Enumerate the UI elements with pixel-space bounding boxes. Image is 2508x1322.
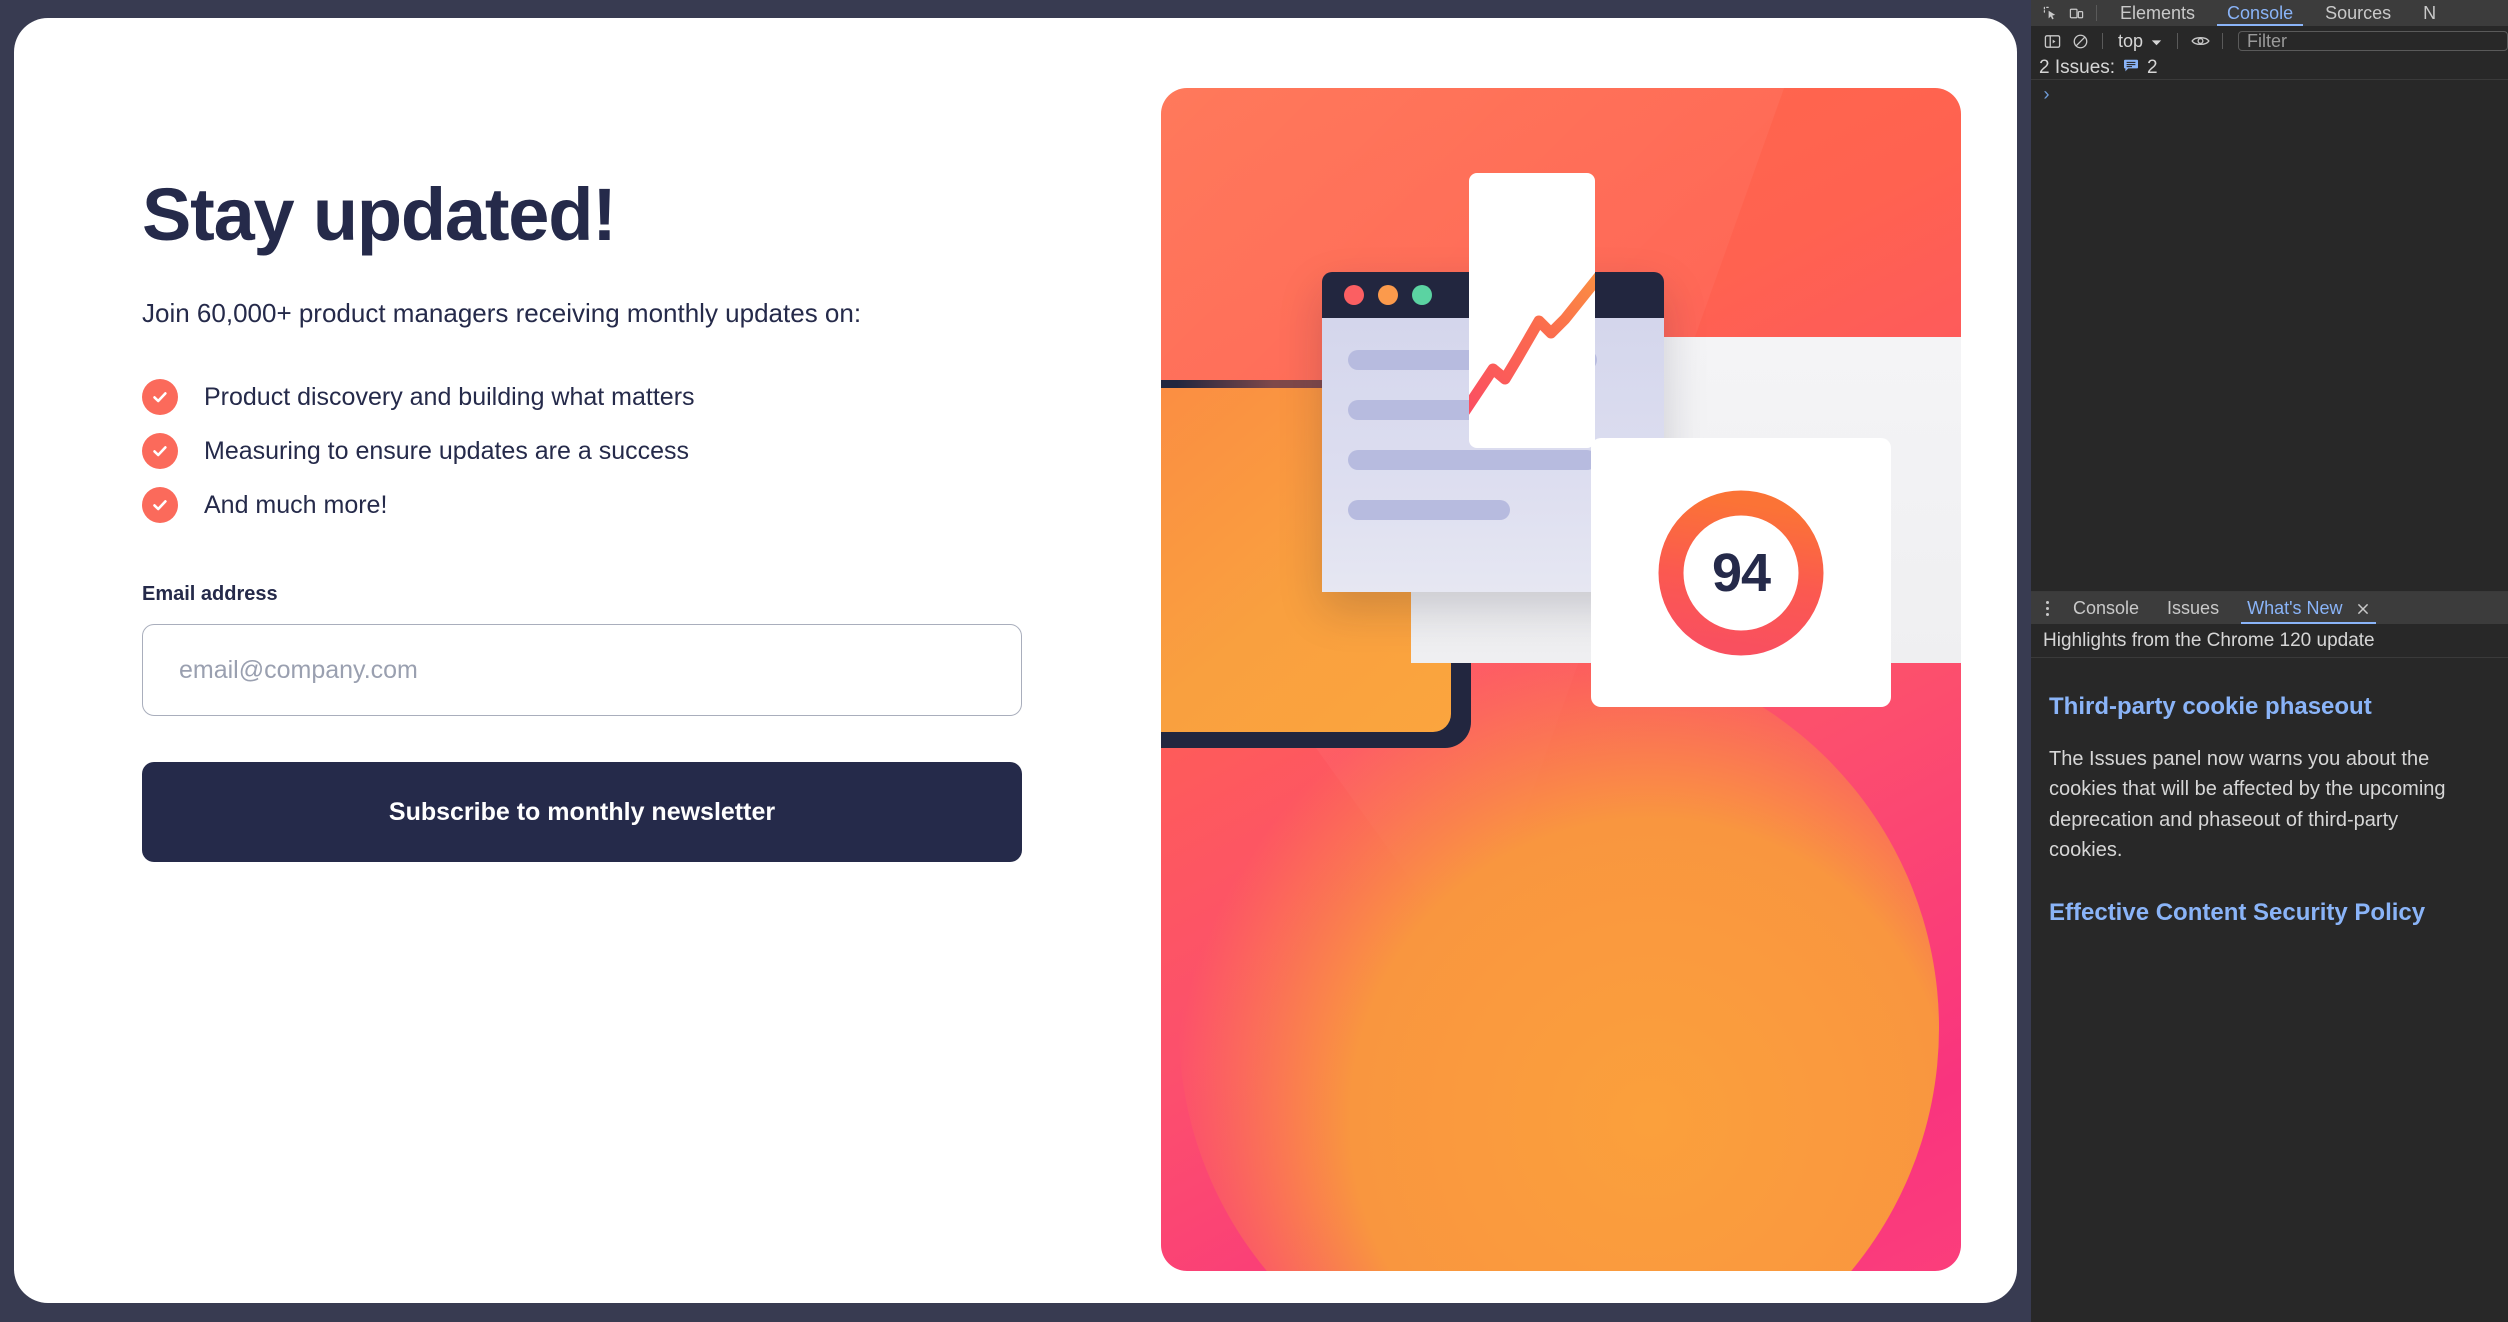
check-circle-icon	[142, 433, 178, 470]
tab-elements[interactable]: Elements	[2104, 0, 2211, 26]
close-icon[interactable]	[2356, 602, 2370, 616]
benefit-label: Product discovery and building what matt…	[204, 383, 695, 412]
drawer-tabbar: Console Issues What's New	[2031, 592, 2508, 624]
article-line: The Issues panel now warns you about the	[2049, 748, 2430, 770]
page-content-column: Stay updated! Join 60,000+ product manag…	[142, 173, 1042, 863]
article-title[interactable]: Effective Content Security Policy	[2049, 898, 2490, 928]
subscribe-button[interactable]: Subscribe to monthly newsletter	[142, 762, 1022, 863]
tab-network[interactable]: N	[2407, 0, 2452, 26]
subscribe-form: Email address Subscribe to monthly newsl…	[142, 583, 1042, 863]
more-options-icon[interactable]	[2035, 600, 2059, 616]
console-prompt-caret[interactable]: ›	[2031, 80, 2508, 106]
divider	[2222, 33, 2224, 49]
devtools-panel: Elements Console Sources N top Filter 2 …	[2031, 0, 2508, 1322]
device-toolbar-icon[interactable]	[2063, 1, 2089, 25]
article-body: The Issues panel now warns you about the…	[2049, 744, 2490, 866]
drawer-tab-issues[interactable]: Issues	[2153, 592, 2233, 624]
article-line: cookies that will be affected by the upc…	[2049, 778, 2446, 801]
check-circle-icon	[142, 487, 178, 524]
issues-count: 2	[2147, 56, 2158, 78]
email-field[interactable]	[142, 624, 1022, 717]
divider	[2102, 33, 2103, 49]
drawer-tab-whats-new[interactable]: What's New	[2233, 592, 2383, 624]
divider	[2177, 33, 2179, 49]
email-field-label: Email address	[142, 583, 278, 606]
line-chart-card	[1469, 173, 1595, 448]
browser-viewport: Stay updated! Join 60,000+ product manag…	[0, 0, 2031, 1322]
score-value: 94	[1711, 542, 1771, 603]
chevron-down-icon	[2151, 31, 2162, 52]
devtools-drawer: Console Issues What's New Highlights fro…	[2031, 591, 2508, 1322]
hero-illustration: 94	[1161, 88, 1961, 1271]
whats-new-subtitle: Highlights from the Chrome 120 update	[2031, 624, 2508, 658]
article-line: cookies.	[2049, 839, 2123, 862]
screen: Stay updated! Join 60,000+ product manag…	[0, 0, 2508, 1322]
score-ring-icon: 94	[1655, 487, 1827, 659]
inspect-element-icon[interactable]	[2037, 1, 2063, 25]
list-item: And much more!	[142, 487, 1042, 524]
list-item: Product discovery and building what matt…	[142, 379, 1042, 416]
issue-message-icon	[2123, 57, 2139, 79]
execution-context-label: top	[2118, 30, 2144, 51]
issues-bar[interactable]: 2 Issues: 2	[2031, 56, 2508, 80]
list-item: Measuring to ensure updates are a succes…	[142, 433, 1042, 470]
tab-sources[interactable]: Sources	[2309, 0, 2407, 26]
article-line: deprecation and phaseout of third-party	[2049, 808, 2399, 831]
article-title[interactable]: Third-party cookie phaseout	[2049, 692, 2490, 722]
console-output-area[interactable]: ›	[2031, 80, 2508, 591]
benefit-label: And much more!	[204, 491, 388, 520]
page-title: Stay updated!	[142, 173, 617, 256]
clear-console-icon[interactable]	[2067, 29, 2093, 53]
page-card: Stay updated! Join 60,000+ product manag…	[14, 18, 2017, 1303]
console-filter-input[interactable]	[2238, 31, 2508, 51]
amber-dot-icon	[1378, 285, 1398, 305]
issues-label: 2 Issues:	[2039, 56, 2116, 78]
green-dot-icon	[1412, 285, 1432, 305]
placeholder-bar	[1348, 500, 1511, 520]
drawer-tab-console[interactable]: Console	[2059, 592, 2153, 624]
page-subheadline: Join 60,000+ product managers receiving …	[142, 298, 862, 328]
red-dot-icon	[1344, 285, 1364, 305]
devtools-tabbar: Elements Console Sources N	[2031, 0, 2508, 26]
drawer-tab-whats-new-label: What's New	[2247, 598, 2343, 618]
benefits-list: Product discovery and building what matt…	[142, 379, 1042, 524]
whats-new-content: Third-party cookie phaseout The Issues p…	[2031, 658, 2508, 928]
console-sidebar-toggle-icon[interactable]	[2039, 29, 2065, 53]
divider	[2096, 5, 2097, 21]
placeholder-bar	[1348, 450, 1598, 470]
live-expression-eye-icon[interactable]	[2187, 29, 2213, 53]
console-toolbar: top	[2031, 26, 2508, 56]
tab-console[interactable]: Console	[2211, 0, 2309, 26]
execution-context-select[interactable]: top	[2112, 31, 2168, 52]
score-card: 94	[1591, 438, 1891, 707]
benefit-label: Measuring to ensure updates are a succes…	[204, 437, 689, 466]
check-circle-icon	[142, 379, 178, 416]
